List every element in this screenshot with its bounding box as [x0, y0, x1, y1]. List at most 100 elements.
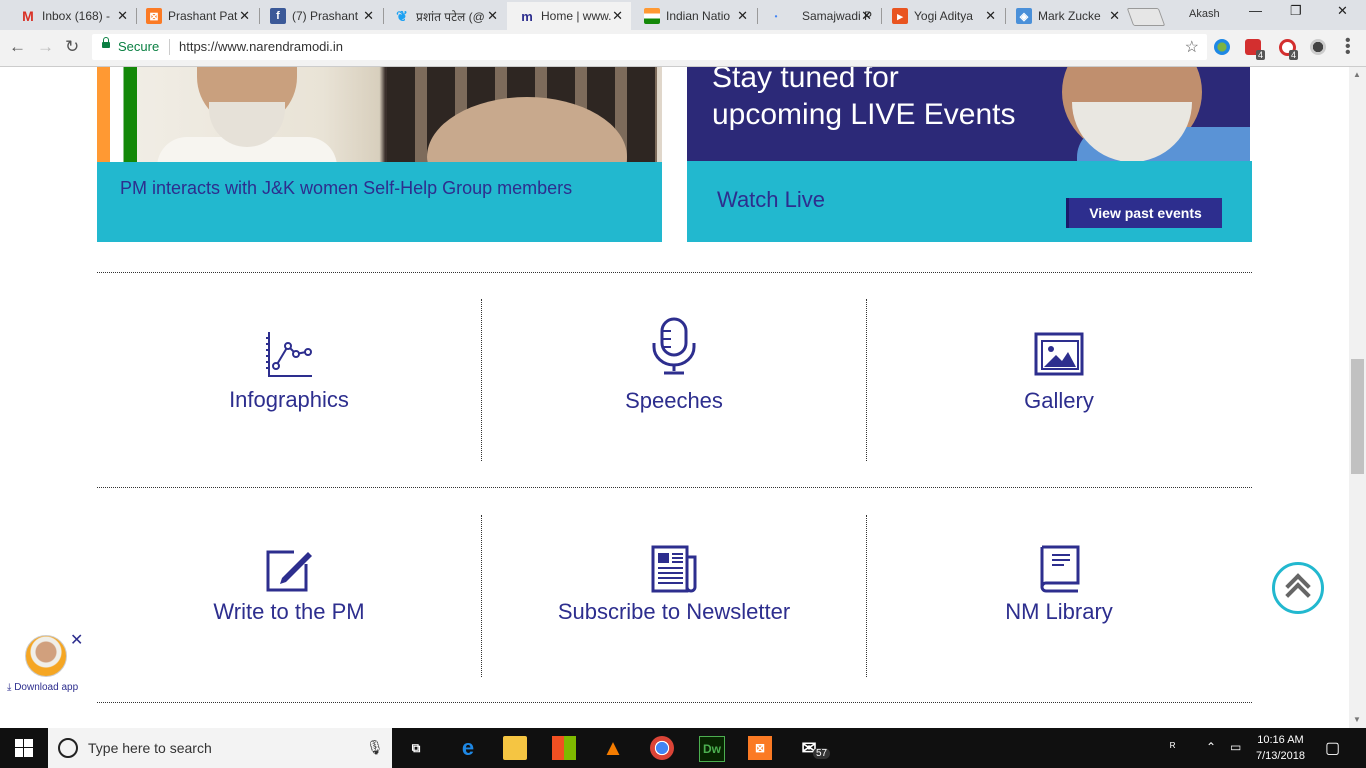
- scroll-down-icon[interactable]: ▼: [1353, 715, 1361, 724]
- news-card[interactable]: PM interacts with J&K women Self-Help Gr…: [97, 67, 662, 242]
- lock-icon: [102, 37, 110, 48]
- back-icon[interactable]: ←: [9, 37, 26, 57]
- news-caption[interactable]: PM interacts with J&K women Self-Help Gr…: [97, 162, 662, 242]
- task-view-icon[interactable]: ⧉: [404, 736, 428, 760]
- search-placeholder: Type here to search: [88, 740, 212, 756]
- gallery-icon: [1034, 332, 1084, 376]
- new-tab-button[interactable]: [1126, 8, 1166, 26]
- feature-write-to-pm[interactable]: Write to the PM: [97, 515, 481, 675]
- download-app-link[interactable]: ⤓ Download app: [7, 682, 78, 693]
- tab-zuckerberg[interactable]: ◈ Mark Zucke ✕: [1004, 2, 1128, 30]
- app-avatar[interactable]: [25, 635, 67, 677]
- microphone-icon[interactable]: 🎙: [366, 739, 384, 756]
- start-button[interactable]: [0, 728, 48, 768]
- scroll-up-icon[interactable]: ▲: [1353, 70, 1361, 79]
- close-icon[interactable]: ✕: [239, 8, 250, 24]
- minimize-icon[interactable]: —: [1249, 3, 1262, 18]
- extension-icon[interactable]: [1310, 39, 1326, 55]
- view-past-events-button[interactable]: View past events: [1066, 198, 1222, 228]
- feature-label[interactable]: Subscribe to Newsletter: [482, 599, 866, 625]
- scrollbar[interactable]: ▲ ▼: [1349, 67, 1366, 728]
- url-text[interactable]: https://www.narendramodi.in: [179, 39, 343, 54]
- people-icon[interactable]: ᴿ: [1170, 740, 1175, 754]
- close-icon[interactable]: ✕: [70, 630, 83, 650]
- windows-icon: [15, 739, 33, 757]
- feature-newsletter[interactable]: Subscribe to Newsletter: [482, 515, 866, 675]
- close-icon[interactable]: ✕: [363, 8, 374, 24]
- battery-icon[interactable]: ▭: [1230, 740, 1241, 754]
- profile-name[interactable]: Akash: [1189, 8, 1220, 20]
- feature-label[interactable]: NM Library: [867, 599, 1251, 625]
- tab-xampp[interactable]: ⊠ Prashant Pat ✕: [134, 2, 258, 30]
- feature-label[interactable]: Write to the PM: [97, 599, 481, 625]
- feature-infographics[interactable]: Infographics: [97, 299, 481, 459]
- clock-time: 10:16 AM: [1257, 734, 1304, 746]
- taskbar-clock[interactable]: 10:16 AM 7/13/2018: [1256, 732, 1305, 764]
- tab-yogi[interactable]: ▸ Yogi Aditya ✕: [880, 2, 1004, 30]
- forward-icon[interactable]: →: [37, 37, 54, 57]
- download-app-label: Download app: [14, 682, 79, 693]
- restore-icon[interactable]: ❐: [1290, 3, 1302, 19]
- menu-icon[interactable]: • • •: [1345, 33, 1351, 61]
- wiki-icon: ◈: [1016, 8, 1032, 24]
- xampp-icon[interactable]: ⊠: [748, 736, 772, 760]
- feature-speeches[interactable]: Speeches: [482, 299, 866, 459]
- twitter-icon: ❦: [396, 7, 408, 24]
- bookmark-star-icon[interactable]: ☆: [1185, 37, 1199, 57]
- feature-label[interactable]: Speeches: [482, 388, 866, 414]
- close-icon[interactable]: ✕: [612, 8, 623, 24]
- tab-gmail[interactable]: M Inbox (168) - ✕: [8, 2, 136, 30]
- chevron-up-icon[interactable]: ⌃: [1206, 740, 1216, 754]
- yogi-icon: ▸: [892, 8, 908, 24]
- book-icon: [1040, 545, 1080, 593]
- close-icon[interactable]: ✕: [1109, 8, 1120, 24]
- reload-icon[interactable]: ↻: [65, 37, 79, 57]
- extension-globe-icon[interactable]: [1214, 39, 1230, 55]
- tab-label: (7) Prashant: [292, 9, 359, 23]
- live-caption: Watch Live View past events: [687, 161, 1252, 242]
- taskbar-search[interactable]: Type here to search 🎙: [48, 728, 392, 768]
- feature-nm-library[interactable]: NM Library: [867, 515, 1251, 675]
- close-icon[interactable]: ✕: [737, 8, 748, 24]
- tab-label: Mark Zucke: [1038, 9, 1101, 23]
- tab-samajwadi[interactable]: • Samajwadi P ✕: [756, 2, 880, 30]
- close-icon[interactable]: ✕: [985, 8, 996, 24]
- live-events-card[interactable]: Stay tuned for upcoming LIVE Events Watc…: [687, 67, 1252, 242]
- scroll-to-top-button[interactable]: [1272, 562, 1324, 614]
- file-explorer-icon[interactable]: [503, 736, 527, 760]
- notifications-icon[interactable]: ▢: [1325, 738, 1340, 758]
- scrollbar-thumb[interactable]: [1351, 359, 1364, 474]
- feature-label[interactable]: Gallery: [867, 388, 1251, 414]
- congress-icon: [644, 8, 660, 24]
- live-events-banner: Stay tuned for upcoming LIVE Events: [687, 67, 1250, 161]
- tab-narendramodi-active[interactable]: m Home | www. ✕: [507, 2, 631, 30]
- tab-facebook[interactable]: f (7) Prashant ✕: [258, 2, 382, 30]
- close-icon[interactable]: ✕: [487, 8, 498, 24]
- edge-icon[interactable]: e: [456, 735, 480, 760]
- extension-badge: 4: [1256, 50, 1266, 60]
- watch-live-link[interactable]: Watch Live: [717, 187, 825, 213]
- facebook-icon: f: [270, 8, 286, 24]
- news-title[interactable]: PM interacts with J&K women Self-Help Gr…: [120, 178, 572, 199]
- browser-tab-strip: M Inbox (168) - ✕ ⊠ Prashant Pat ✕ f (7)…: [0, 0, 1366, 30]
- close-icon[interactable]: ✕: [861, 8, 872, 24]
- tab-twitter[interactable]: ❦ प्रशांत पटेल (@ ✕: [382, 2, 506, 30]
- store-icon[interactable]: [552, 736, 576, 760]
- page-viewport: PM interacts with J&K women Self-Help Gr…: [0, 67, 1349, 728]
- newsletter-icon: [651, 545, 697, 593]
- close-icon[interactable]: ✕: [117, 8, 128, 24]
- narendramodi-icon: m: [521, 8, 533, 24]
- windows-taskbar: Type here to search 🎙 ⧉ e ▲ Dw ⊠ ✉ 57 ᴿ …: [0, 728, 1366, 768]
- edit-icon: [266, 550, 312, 592]
- dreamweaver-icon[interactable]: Dw: [699, 736, 725, 762]
- tab-inc[interactable]: Indian Natio ✕: [632, 2, 756, 30]
- feature-gallery[interactable]: Gallery: [867, 299, 1251, 459]
- feature-label[interactable]: Infographics: [97, 387, 481, 413]
- chrome-icon[interactable]: [650, 736, 674, 760]
- address-bar[interactable]: Secure https://www.narendramodi.in ☆: [92, 34, 1207, 60]
- divider: [97, 272, 1252, 273]
- tab-label: Indian Natio: [666, 9, 731, 23]
- news-image: [97, 67, 662, 162]
- close-window-icon[interactable]: ✕: [1337, 3, 1348, 19]
- vlc-icon[interactable]: ▲: [601, 735, 625, 760]
